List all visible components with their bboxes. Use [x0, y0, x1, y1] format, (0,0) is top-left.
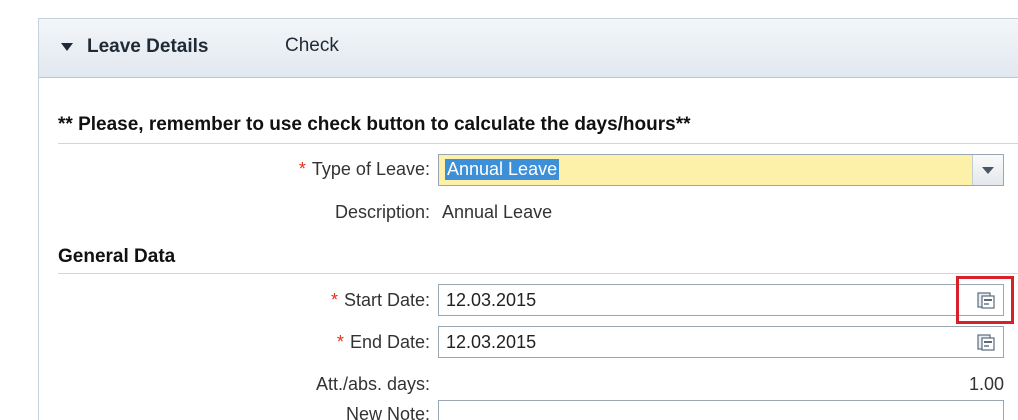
type-of-leave-selected-value: Annual Leave [445, 159, 560, 180]
description-value: Annual Leave [442, 202, 553, 222]
start-date-label-text: Start Date: [343, 290, 430, 310]
leave-request-screen: Leave Details Check ** Please, remember … [0, 0, 1018, 420]
att-abs-days-value: 1.00 [968, 374, 1004, 394]
calculation-notice: ** Please, remember to use check button … [58, 114, 691, 135]
general-data-title: General Data [58, 246, 176, 267]
panel-header: Leave Details Check [39, 19, 1018, 78]
type-of-leave-label-text: Type of Leave: [311, 159, 430, 179]
end-date-label: * End Date: [337, 332, 430, 353]
required-marker: * [298, 159, 306, 179]
calendar-icon[interactable] [977, 291, 995, 309]
triangle-down-icon[interactable] [61, 43, 73, 51]
chevron-down-icon[interactable] [972, 155, 1003, 185]
start-date-input[interactable]: 12.03.2015 [438, 284, 1004, 316]
description-label: Description: [334, 202, 430, 222]
att-abs-days-label: Att./abs. days: [315, 374, 430, 394]
check-button[interactable]: Check [285, 35, 339, 57]
end-date-value: 12.03.2015 [446, 332, 537, 352]
general-data-divider [58, 273, 1018, 274]
new-note-input[interactable] [438, 400, 1004, 420]
calendar-icon[interactable] [977, 333, 995, 351]
type-of-leave-label: * Type of Leave: [299, 159, 430, 180]
new-note-label: New Note: [345, 404, 430, 420]
required-marker: * [336, 332, 344, 352]
end-date-label-text: End Date: [349, 332, 430, 352]
panel-title[interactable]: Leave Details [87, 36, 208, 58]
start-date-label: * Start Date: [331, 290, 430, 311]
type-of-leave-select[interactable]: Annual Leave [438, 154, 1004, 186]
required-marker: * [330, 290, 338, 310]
start-date-value: 12.03.2015 [446, 290, 537, 310]
notice-divider [58, 143, 1018, 144]
end-date-input[interactable]: 12.03.2015 [438, 326, 1004, 358]
